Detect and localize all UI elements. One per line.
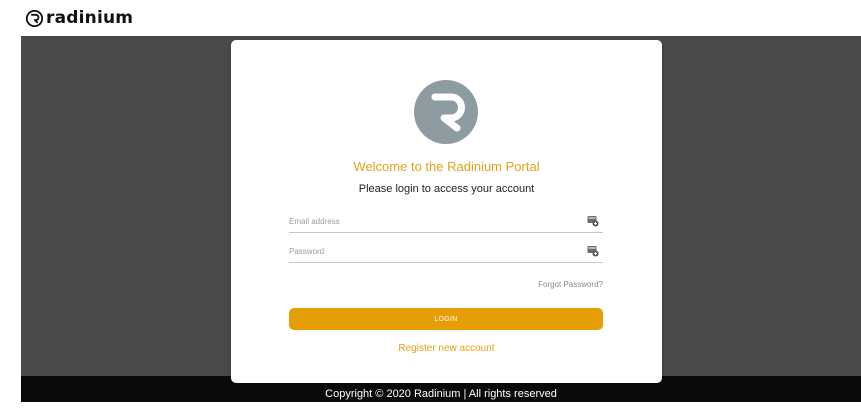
top-bar: radinium bbox=[0, 0, 861, 36]
login-card: Welcome to the Radinium Portal Please lo… bbox=[231, 40, 662, 383]
autofill-icon[interactable] bbox=[587, 215, 599, 227]
password-input[interactable] bbox=[289, 242, 579, 260]
email-input[interactable] bbox=[289, 212, 579, 230]
register-link[interactable]: Register new account bbox=[231, 343, 662, 354]
radinium-logo-icon bbox=[26, 9, 43, 27]
brand-name: radinium bbox=[46, 8, 134, 28]
copyright-text: Copyright © 2020 Radinium | All rights r… bbox=[325, 388, 557, 400]
password-field bbox=[289, 242, 603, 263]
brand[interactable]: radinium bbox=[26, 6, 133, 30]
autofill-icon[interactable] bbox=[587, 245, 599, 257]
login-subtitle: Please login to access your account bbox=[358, 183, 535, 195]
welcome-heading: Welcome to the Radinium Portal bbox=[353, 159, 540, 174]
forgot-password-link[interactable]: Forgot Password? bbox=[538, 280, 603, 289]
email-field bbox=[289, 212, 603, 233]
radinium-logo-icon bbox=[414, 80, 478, 144]
login-button[interactable]: LOGIN bbox=[289, 308, 603, 330]
